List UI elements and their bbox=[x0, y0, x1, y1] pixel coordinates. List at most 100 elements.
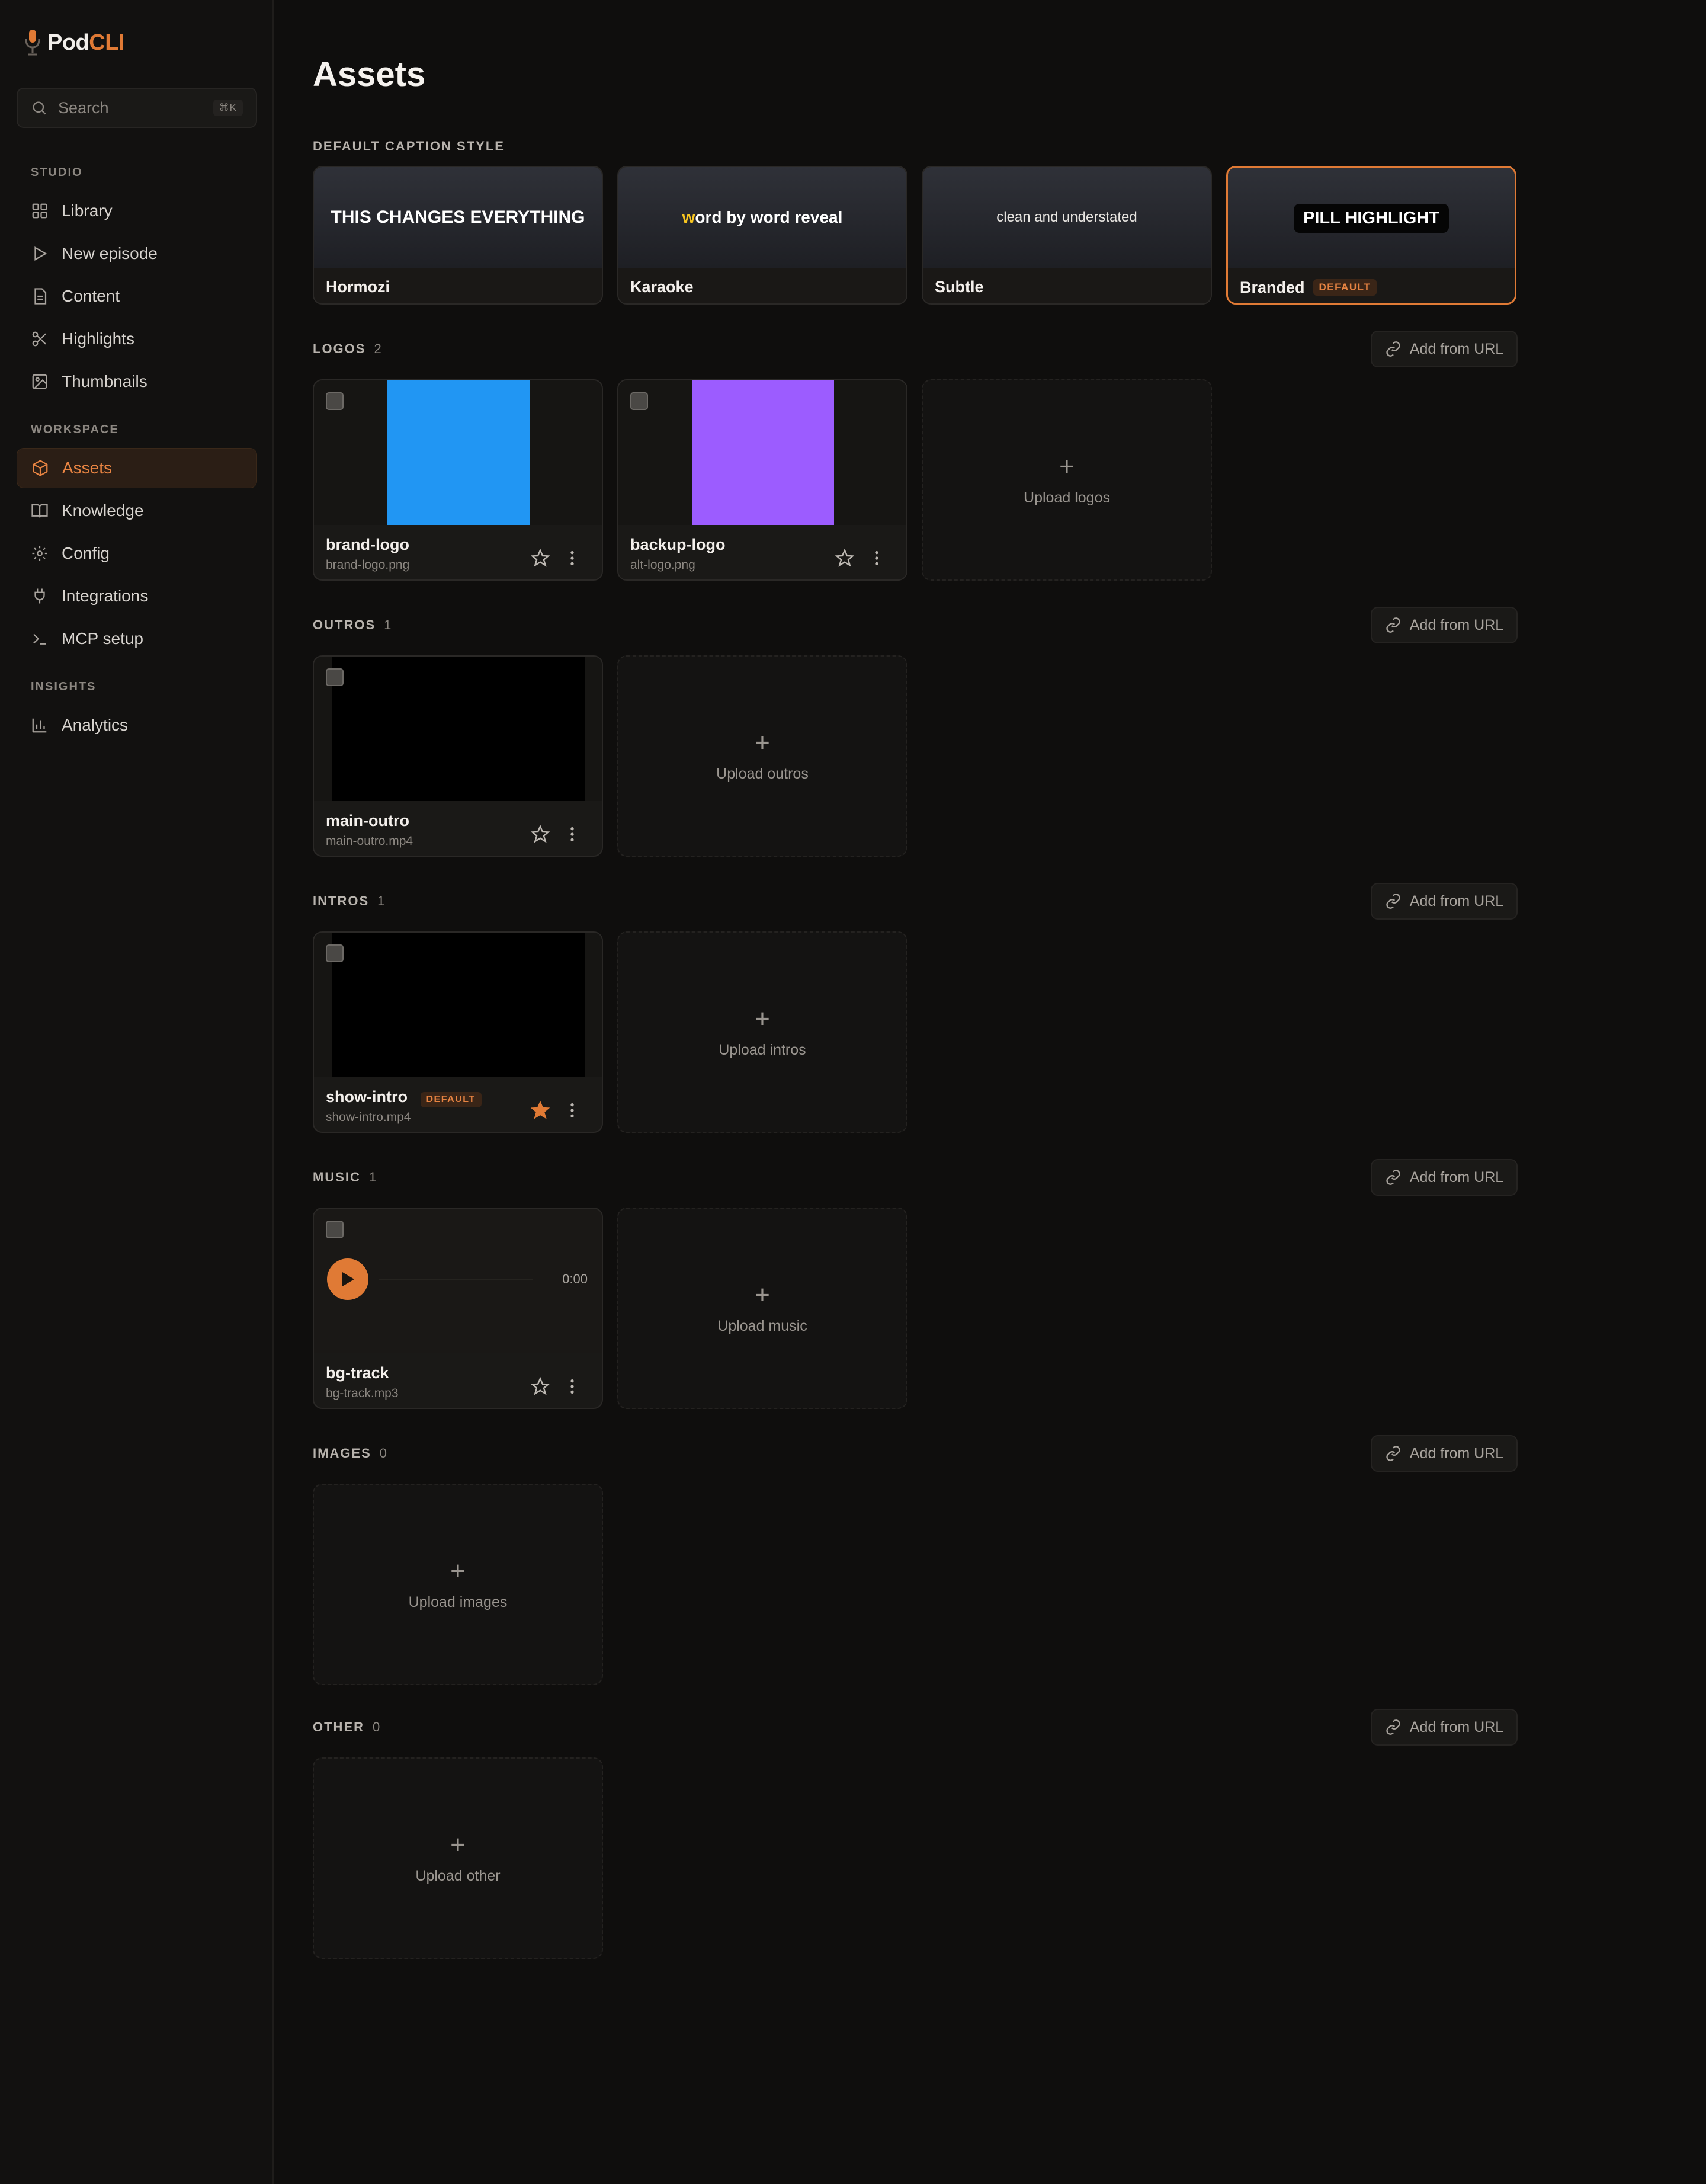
plus-icon: + bbox=[450, 1556, 466, 1586]
asset-filename: brand-logo.png bbox=[326, 558, 410, 572]
add-from-url-button[interactable]: Add from URL bbox=[1371, 331, 1518, 367]
sidebar-item-highlights[interactable]: Highlights bbox=[17, 319, 257, 359]
book-icon bbox=[31, 504, 48, 518]
box-icon bbox=[33, 460, 48, 476]
asset-card-backup-logo[interactable]: backup-logo alt-logo.png bbox=[617, 379, 907, 581]
caption-style-karaoke[interactable]: word by word reveal Karaoke bbox=[617, 166, 907, 305]
main-content: Assets DEFAULT CAPTION STYLE THIS CHANGE… bbox=[274, 0, 1706, 2184]
sidebar-item-analytics[interactable]: Analytics bbox=[17, 705, 257, 745]
section-label-outros: OUTROS 1 bbox=[313, 617, 392, 632]
grid-icon bbox=[32, 203, 47, 219]
more-options-icon[interactable] bbox=[563, 825, 582, 844]
sidebar-item-mcp-setup[interactable]: MCP setup bbox=[17, 619, 257, 659]
sidebar-item-assets[interactable]: Assets bbox=[17, 448, 257, 488]
plus-icon: + bbox=[755, 1280, 770, 1309]
sidebar-item-label: Highlights bbox=[62, 329, 134, 348]
star-icon[interactable] bbox=[531, 1377, 550, 1396]
more-options-icon[interactable] bbox=[563, 1377, 582, 1396]
select-checkbox[interactable] bbox=[326, 392, 344, 410]
add-from-url-button[interactable]: Add from URL bbox=[1371, 607, 1518, 643]
caption-style-label: DEFAULT CAPTION STYLE bbox=[313, 139, 505, 153]
plus-icon: + bbox=[450, 1830, 466, 1859]
caption-style-hormozi[interactable]: THIS CHANGES EVERYTHING Hormozi bbox=[313, 166, 603, 305]
nav-section-workspace: WORKSPACE bbox=[31, 423, 119, 436]
upload-outros-dropzone[interactable]: + Upload outros bbox=[617, 655, 907, 857]
asset-card-show-intro[interactable]: show-intro DEFAULT show-intro.mp4 bbox=[313, 931, 603, 1133]
default-badge: DEFAULT bbox=[420, 1092, 482, 1107]
star-icon[interactable] bbox=[531, 825, 550, 844]
select-checkbox[interactable] bbox=[326, 1221, 344, 1238]
bar-chart-icon bbox=[32, 718, 47, 733]
search-placeholder: Search bbox=[58, 98, 109, 117]
gear-icon bbox=[32, 546, 47, 561]
microphone-icon bbox=[25, 30, 40, 56]
plus-icon: + bbox=[1059, 451, 1075, 481]
sidebar-item-label: New episode bbox=[62, 244, 158, 262]
link-icon bbox=[1386, 1719, 1400, 1735]
more-options-icon[interactable] bbox=[867, 549, 886, 568]
star-filled-icon[interactable] bbox=[531, 1101, 550, 1120]
sidebar-item-new-episode[interactable]: New episode bbox=[17, 233, 257, 274]
section-label-images: IMAGES 0 bbox=[313, 1446, 387, 1461]
audio-progress-track[interactable] bbox=[379, 1279, 533, 1280]
add-from-url-button[interactable]: Add from URL bbox=[1371, 1435, 1518, 1472]
link-icon bbox=[1386, 1170, 1400, 1185]
select-checkbox[interactable] bbox=[630, 392, 648, 410]
link-icon bbox=[1386, 617, 1400, 633]
upload-music-dropzone[interactable]: + Upload music bbox=[617, 1208, 907, 1409]
caption-style-name: Karaoke bbox=[618, 268, 906, 303]
upload-logos-dropzone[interactable]: + Upload logos bbox=[922, 379, 1212, 581]
search-input[interactable]: Search ⌘K bbox=[17, 88, 257, 128]
more-options-icon[interactable] bbox=[563, 1101, 582, 1120]
default-badge: DEFAULT bbox=[1313, 279, 1377, 296]
sidebar-item-knowledge[interactable]: Knowledge bbox=[17, 491, 257, 531]
star-icon[interactable] bbox=[835, 549, 854, 568]
add-from-url-button[interactable]: Add from URL bbox=[1371, 1709, 1518, 1746]
upload-images-dropzone[interactable]: + Upload images bbox=[313, 1484, 603, 1685]
sidebar-item-thumbnails[interactable]: Thumbnails bbox=[17, 361, 257, 402]
upload-other-dropzone[interactable]: + Upload other bbox=[313, 1757, 603, 1959]
asset-title: bg-track bbox=[326, 1364, 389, 1382]
app-name: PodCLI bbox=[47, 30, 124, 55]
link-icon bbox=[1386, 1446, 1400, 1461]
asset-card-bg-track[interactable]: 0:00 bg-track bg-track.mp3 bbox=[313, 1208, 603, 1409]
sidebar-item-label: Content bbox=[62, 287, 120, 305]
more-options-icon[interactable] bbox=[563, 549, 582, 568]
star-icon[interactable] bbox=[531, 549, 550, 568]
section-label-intros: INTROS 1 bbox=[313, 894, 385, 908]
caption-style-name: Hormozi bbox=[314, 268, 602, 303]
sidebar-item-label: Integrations bbox=[62, 587, 149, 605]
caption-style-name: Subtle bbox=[923, 268, 1211, 303]
upload-intros-dropzone[interactable]: + Upload intros bbox=[617, 931, 907, 1133]
add-from-url-button[interactable]: Add from URL bbox=[1371, 883, 1518, 920]
app-logo[interactable]: PodCLI bbox=[24, 28, 124, 57]
play-button[interactable] bbox=[327, 1258, 368, 1300]
asset-card-main-outro[interactable]: main-outro main-outro.mp4 bbox=[313, 655, 603, 857]
add-from-url-button[interactable]: Add from URL bbox=[1371, 1159, 1518, 1196]
sidebar-item-label: Assets bbox=[62, 459, 113, 477]
sidebar-item-label: Analytics bbox=[62, 716, 129, 734]
select-checkbox[interactable] bbox=[326, 668, 344, 686]
asset-filename: bg-track.mp3 bbox=[326, 1386, 399, 1400]
link-icon bbox=[1386, 341, 1400, 357]
sidebar: PodCLI Search ⌘K STUDIO Library New epis… bbox=[0, 0, 274, 2184]
select-checkbox[interactable] bbox=[326, 944, 344, 962]
search-shortcut: ⌘K bbox=[213, 100, 243, 116]
page-title: Assets bbox=[313, 55, 426, 94]
asset-filename: main-outro.mp4 bbox=[326, 834, 413, 848]
caption-style-branded[interactable]: PILL HIGHLIGHT Branded DEFAULT bbox=[1226, 166, 1516, 305]
video-preview bbox=[332, 657, 585, 801]
asset-card-brand-logo[interactable]: brand-logo brand-logo.png bbox=[313, 379, 603, 581]
sidebar-item-content[interactable]: Content bbox=[17, 276, 257, 316]
caption-style-subtle[interactable]: clean and understated Subtle bbox=[922, 166, 1212, 305]
audio-time: 0:00 bbox=[562, 1272, 588, 1286]
sidebar-item-label: Config bbox=[62, 544, 110, 562]
sidebar-item-integrations[interactable]: Integrations bbox=[17, 576, 257, 616]
sidebar-item-label: Thumbnails bbox=[62, 372, 147, 390]
sidebar-item-label: Knowledge bbox=[62, 501, 144, 520]
asset-thumbnail bbox=[618, 380, 906, 525]
sidebar-item-library[interactable]: Library bbox=[17, 191, 257, 231]
asset-filename: show-intro.mp4 bbox=[326, 1110, 411, 1124]
sidebar-item-config[interactable]: Config bbox=[17, 533, 257, 574]
video-preview bbox=[332, 933, 585, 1077]
